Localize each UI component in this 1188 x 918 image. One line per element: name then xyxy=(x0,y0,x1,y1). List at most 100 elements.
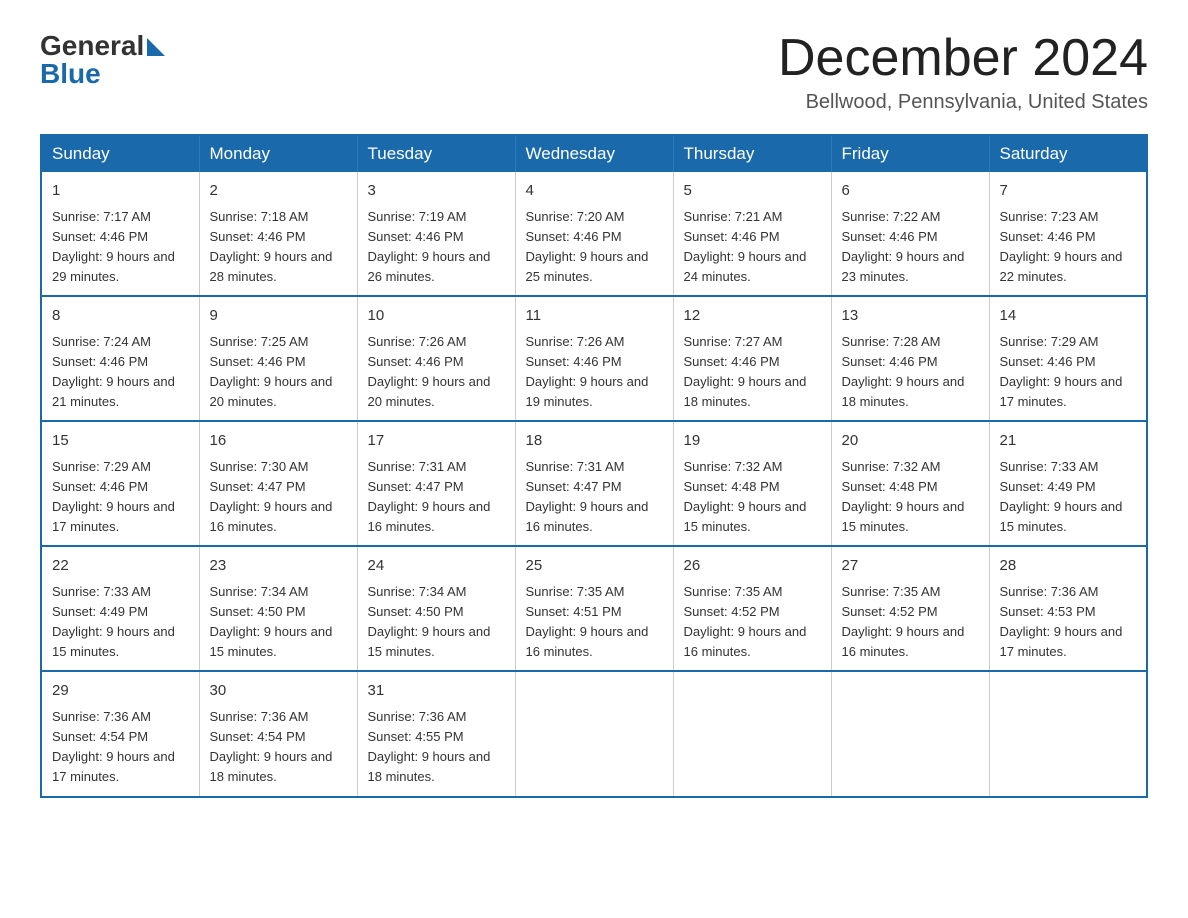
calendar-day-cell: 21 Sunrise: 7:33 AMSunset: 4:49 PMDayligh… xyxy=(989,421,1147,546)
calendar-day-cell: 25 Sunrise: 7:35 AMSunset: 4:51 PMDayligh… xyxy=(515,546,673,671)
calendar-day-cell: 20Sunrise: 7:32 AMSunset: 4:48 PMDayligh… xyxy=(831,421,989,546)
calendar-day-cell xyxy=(673,671,831,796)
calendar-day-cell: 13Sunrise: 7:28 AMSunset: 4:46 PMDayligh… xyxy=(831,296,989,421)
calendar-day-cell: 19 Sunrise: 7:32 AMSunset: 4:48 PMDayligh… xyxy=(673,421,831,546)
calendar-day-cell: 22 Sunrise: 7:33 AMSunset: 4:49 PMDayligh… xyxy=(41,546,199,671)
day-number: 25 xyxy=(526,555,663,578)
calendar-day-cell xyxy=(831,671,989,796)
day-number: 2 xyxy=(210,180,347,203)
calendar-day-cell: 18 Sunrise: 7:31 AMSunset: 4:47 PMDayligh… xyxy=(515,421,673,546)
day-info: Sunrise: 7:35 AMSunset: 4:51 PMDaylight:… xyxy=(526,582,663,663)
day-info: Sunrise: 7:28 AMSunset: 4:46 PMDaylight:… xyxy=(842,332,979,413)
calendar-day-cell: 7 Sunrise: 7:23 AMSunset: 4:46 PMDaylight… xyxy=(989,172,1147,296)
day-number: 28 xyxy=(1000,555,1137,578)
day-number: 4 xyxy=(526,180,663,203)
day-info: Sunrise: 7:36 AMSunset: 4:55 PMDaylight:… xyxy=(368,707,505,788)
day-info: Sunrise: 7:22 AMSunset: 4:46 PMDaylight:… xyxy=(842,207,979,288)
day-of-week-header: Sunday xyxy=(41,135,199,172)
day-info: Sunrise: 7:36 AMSunset: 4:54 PMDaylight:… xyxy=(52,707,189,788)
calendar-day-cell: 27Sunrise: 7:35 AMSunset: 4:52 PMDayligh… xyxy=(831,546,989,671)
day-number: 22 xyxy=(52,555,189,578)
calendar-day-cell xyxy=(515,671,673,796)
day-info: Sunrise: 7:29 AMSunset: 4:46 PMDaylight:… xyxy=(52,457,189,538)
day-info: Sunrise: 7:19 AMSunset: 4:46 PMDaylight:… xyxy=(368,207,505,288)
day-number: 21 xyxy=(1000,430,1137,453)
day-info: Sunrise: 7:32 AMSunset: 4:48 PMDaylight:… xyxy=(842,457,979,538)
day-of-week-header: Friday xyxy=(831,135,989,172)
day-number: 1 xyxy=(52,180,189,203)
day-info: Sunrise: 7:26 AMSunset: 4:46 PMDaylight:… xyxy=(368,332,505,413)
day-number: 10 xyxy=(368,305,505,328)
calendar-day-cell: 14Sunrise: 7:29 AMSunset: 4:46 PMDayligh… xyxy=(989,296,1147,421)
calendar-day-cell: 3 Sunrise: 7:19 AMSunset: 4:46 PMDaylight… xyxy=(357,172,515,296)
day-info: Sunrise: 7:32 AMSunset: 4:48 PMDaylight:… xyxy=(684,457,821,538)
calendar-week-row: 1 Sunrise: 7:17 AMSunset: 4:46 PMDaylight… xyxy=(41,172,1147,296)
calendar-day-cell: 30 Sunrise: 7:36 AMSunset: 4:54 PMDayligh… xyxy=(199,671,357,796)
calendar-day-cell: 24 Sunrise: 7:34 AMSunset: 4:50 PMDayligh… xyxy=(357,546,515,671)
day-info: Sunrise: 7:20 AMSunset: 4:46 PMDaylight:… xyxy=(526,207,663,288)
day-number: 30 xyxy=(210,680,347,703)
logo-blue-text: Blue xyxy=(40,58,101,90)
day-number: 12 xyxy=(684,305,821,328)
day-of-week-header: Tuesday xyxy=(357,135,515,172)
day-number: 5 xyxy=(684,180,821,203)
calendar-day-cell: 1 Sunrise: 7:17 AMSunset: 4:46 PMDaylight… xyxy=(41,172,199,296)
calendar-day-cell: 28 Sunrise: 7:36 AMSunset: 4:53 PMDayligh… xyxy=(989,546,1147,671)
day-info: Sunrise: 7:34 AMSunset: 4:50 PMDaylight:… xyxy=(368,582,505,663)
logo-triangle-icon xyxy=(147,38,165,56)
calendar-week-row: 15 Sunrise: 7:29 AMSunset: 4:46 PMDayligh… xyxy=(41,421,1147,546)
calendar-table: SundayMondayTuesdayWednesdayThursdayFrid… xyxy=(40,134,1148,797)
calendar-day-cell: 12 Sunrise: 7:27 AMSunset: 4:46 PMDayligh… xyxy=(673,296,831,421)
calendar-day-cell: 15 Sunrise: 7:29 AMSunset: 4:46 PMDayligh… xyxy=(41,421,199,546)
day-info: Sunrise: 7:33 AMSunset: 4:49 PMDaylight:… xyxy=(1000,457,1137,538)
day-number: 23 xyxy=(210,555,347,578)
calendar-day-cell: 26 Sunrise: 7:35 AMSunset: 4:52 PMDayligh… xyxy=(673,546,831,671)
day-info: Sunrise: 7:26 AMSunset: 4:46 PMDaylight:… xyxy=(526,332,663,413)
title-section: December 2024 Bellwood, Pennsylvania, Un… xyxy=(778,30,1148,114)
calendar-header-row: SundayMondayTuesdayWednesdayThursdayFrid… xyxy=(41,135,1147,172)
logo: General Blue xyxy=(40,30,165,90)
day-info: Sunrise: 7:36 AMSunset: 4:54 PMDaylight:… xyxy=(210,707,347,788)
calendar-week-row: 29 Sunrise: 7:36 AMSunset: 4:54 PMDayligh… xyxy=(41,671,1147,796)
location-subtitle: Bellwood, Pennsylvania, United States xyxy=(778,91,1148,114)
day-number: 15 xyxy=(52,430,189,453)
calendar-day-cell: 5Sunrise: 7:21 AMSunset: 4:46 PMDaylight… xyxy=(673,172,831,296)
day-info: Sunrise: 7:34 AMSunset: 4:50 PMDaylight:… xyxy=(210,582,347,663)
day-info: Sunrise: 7:36 AMSunset: 4:53 PMDaylight:… xyxy=(1000,582,1137,663)
day-info: Sunrise: 7:23 AMSunset: 4:46 PMDaylight:… xyxy=(1000,207,1137,288)
day-info: Sunrise: 7:31 AMSunset: 4:47 PMDaylight:… xyxy=(526,457,663,538)
day-number: 16 xyxy=(210,430,347,453)
calendar-day-cell: 9 Sunrise: 7:25 AMSunset: 4:46 PMDaylight… xyxy=(199,296,357,421)
calendar-week-row: 8 Sunrise: 7:24 AMSunset: 4:46 PMDaylight… xyxy=(41,296,1147,421)
day-number: 7 xyxy=(1000,180,1137,203)
calendar-day-cell: 31Sunrise: 7:36 AMSunset: 4:55 PMDayligh… xyxy=(357,671,515,796)
calendar-day-cell: 17Sunrise: 7:31 AMSunset: 4:47 PMDayligh… xyxy=(357,421,515,546)
day-number: 18 xyxy=(526,430,663,453)
calendar-day-cell: 10 Sunrise: 7:26 AMSunset: 4:46 PMDayligh… xyxy=(357,296,515,421)
day-number: 8 xyxy=(52,305,189,328)
day-number: 24 xyxy=(368,555,505,578)
day-number: 3 xyxy=(368,180,505,203)
day-info: Sunrise: 7:24 AMSunset: 4:46 PMDaylight:… xyxy=(52,332,189,413)
month-year-title: December 2024 xyxy=(778,30,1148,87)
day-info: Sunrise: 7:35 AMSunset: 4:52 PMDaylight:… xyxy=(842,582,979,663)
page-header: General Blue December 2024 Bellwood, Pen… xyxy=(40,30,1148,114)
day-number: 17 xyxy=(368,430,505,453)
day-number: 11 xyxy=(526,305,663,328)
day-number: 19 xyxy=(684,430,821,453)
calendar-day-cell xyxy=(989,671,1147,796)
day-info: Sunrise: 7:35 AMSunset: 4:52 PMDaylight:… xyxy=(684,582,821,663)
day-info: Sunrise: 7:27 AMSunset: 4:46 PMDaylight:… xyxy=(684,332,821,413)
calendar-week-row: 22 Sunrise: 7:33 AMSunset: 4:49 PMDayligh… xyxy=(41,546,1147,671)
day-info: Sunrise: 7:17 AMSunset: 4:46 PMDaylight:… xyxy=(52,207,189,288)
page-container: General Blue December 2024 Bellwood, Pen… xyxy=(40,30,1148,798)
day-number: 9 xyxy=(210,305,347,328)
day-info: Sunrise: 7:33 AMSunset: 4:49 PMDaylight:… xyxy=(52,582,189,663)
calendar-day-cell: 6Sunrise: 7:22 AMSunset: 4:46 PMDaylight… xyxy=(831,172,989,296)
day-of-week-header: Thursday xyxy=(673,135,831,172)
day-number: 26 xyxy=(684,555,821,578)
day-of-week-header: Wednesday xyxy=(515,135,673,172)
day-number: 29 xyxy=(52,680,189,703)
day-info: Sunrise: 7:25 AMSunset: 4:46 PMDaylight:… xyxy=(210,332,347,413)
calendar-day-cell: 8 Sunrise: 7:24 AMSunset: 4:46 PMDaylight… xyxy=(41,296,199,421)
